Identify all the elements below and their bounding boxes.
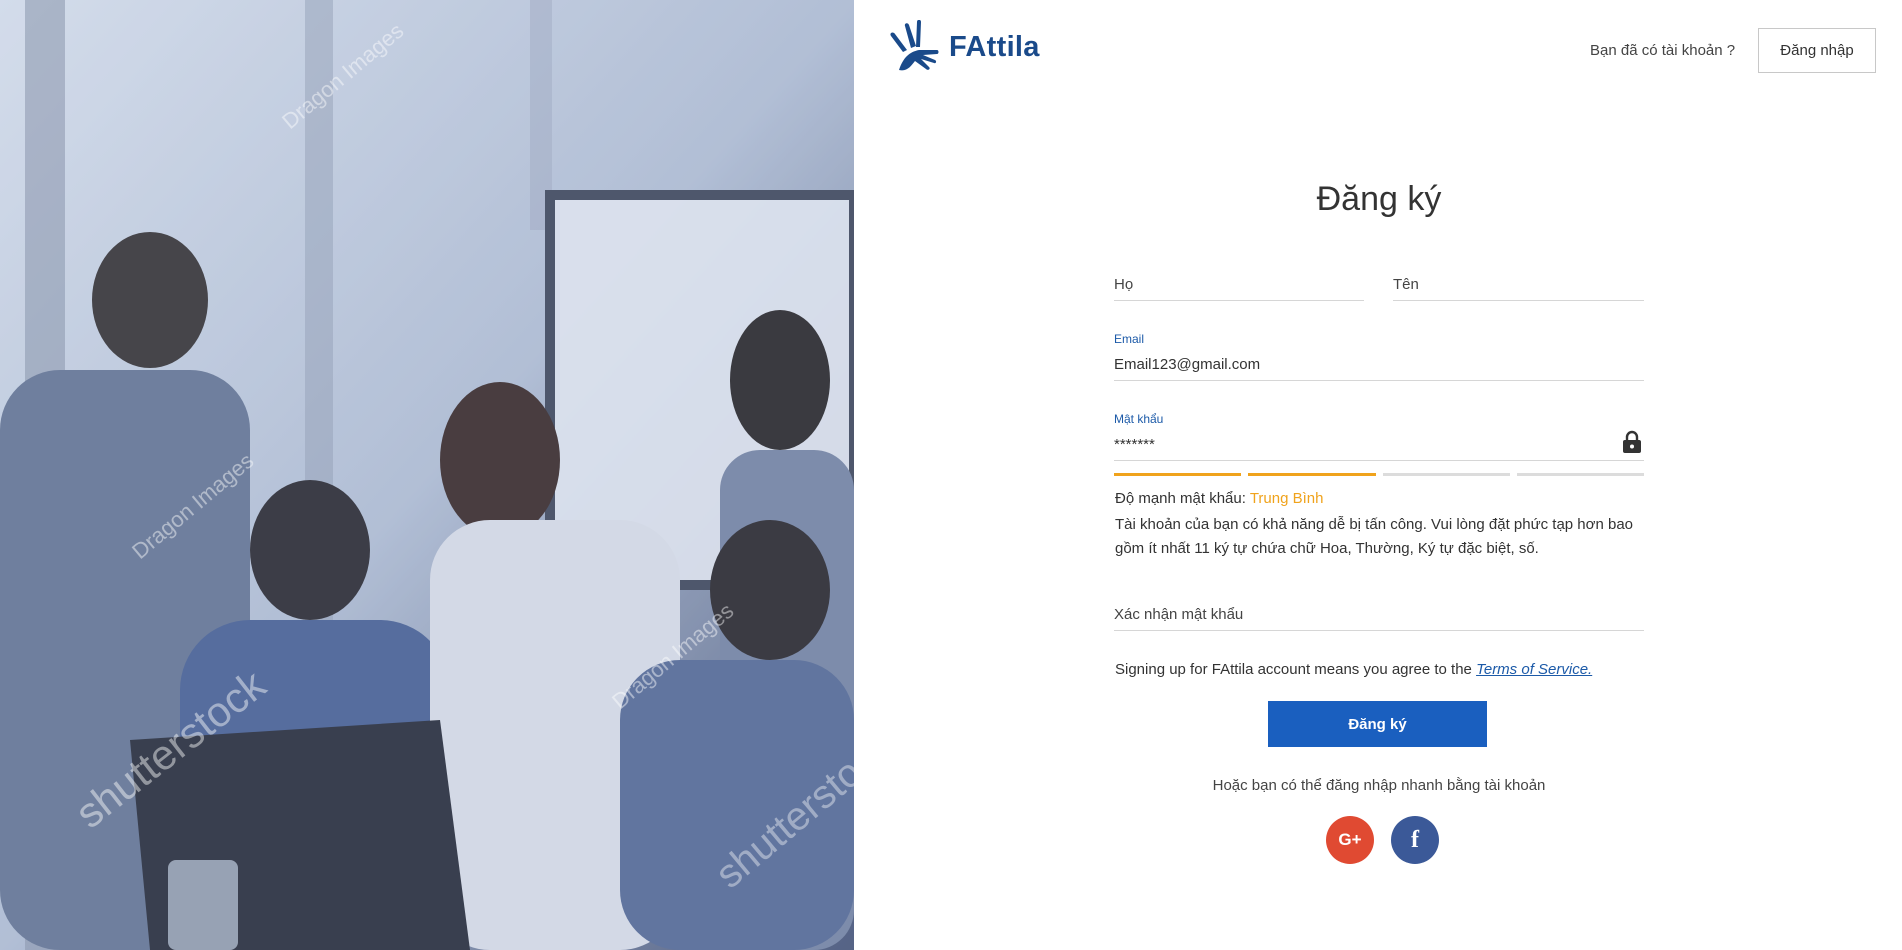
hand-logo-icon xyxy=(890,20,939,71)
brand-name: FAttila xyxy=(949,30,1040,63)
office-team-illustration: shutterstock Dragon Images Dragon Images… xyxy=(0,0,854,950)
strength-level: Trung Bình xyxy=(1249,490,1324,507)
register-button[interactable]: Đăng ký xyxy=(1268,701,1487,747)
first-name-placeholder: Tên xyxy=(1393,276,1419,293)
password-strength-line: Độ mạnh mật khẩu: Trung Bình xyxy=(1115,490,1323,507)
facebook-button[interactable]: f xyxy=(1391,816,1439,864)
strength-bar xyxy=(1248,473,1376,476)
strength-bar xyxy=(1516,473,1644,476)
social-login-prompt: Hoặc bạn có thể đăng nhập nhanh bằng tài… xyxy=(1212,777,1546,794)
google-plus-button[interactable]: G+ xyxy=(1326,816,1374,864)
password-label: Mật khẩu xyxy=(1114,412,1164,426)
confirm-password-placeholder: Xác nhận mật khẩu xyxy=(1114,606,1244,623)
password-strength-meter xyxy=(1114,473,1644,476)
email-label: Email xyxy=(1114,332,1145,346)
strength-bar xyxy=(1382,473,1510,476)
terms-text: Signing up for FAttila account means you… xyxy=(1115,661,1472,678)
email-value: Email123@gmail.com xyxy=(1114,356,1261,373)
strength-bar xyxy=(1114,473,1242,476)
password-value: ******* xyxy=(1114,436,1155,453)
strength-label: Độ mạnh mật khẩu: xyxy=(1115,490,1246,507)
email-field[interactable]: Email Email123@gmail.com xyxy=(1114,332,1644,381)
password-field[interactable]: Mật khẩu ******* xyxy=(1114,412,1644,461)
page-title: Đăng ký xyxy=(1316,180,1442,218)
login-button[interactable]: Đăng nhập xyxy=(1758,28,1876,73)
strength-description: Tài khoản của bạn có khả năng dễ bị tấn … xyxy=(1115,516,1634,557)
have-account-text: Bạn đã có tài khoản ? xyxy=(1590,42,1736,59)
google-plus-icon: G+ xyxy=(1338,830,1362,849)
terms-notice: Signing up for FAttila account means you… xyxy=(1115,661,1592,678)
first-name-field[interactable]: Tên xyxy=(1393,268,1644,301)
last-name-field[interactable]: Họ xyxy=(1114,268,1364,301)
hero-photo: shutterstock Dragon Images Dragon Images… xyxy=(0,0,854,950)
facebook-icon: f xyxy=(1411,826,1419,853)
lock-icon[interactable] xyxy=(1622,430,1642,454)
brand-logo[interactable]: FAttila xyxy=(889,20,1040,74)
last-name-placeholder: Họ xyxy=(1114,276,1134,293)
terms-of-service-link[interactable]: Terms of Service. xyxy=(1476,661,1592,678)
confirm-password-field[interactable]: Xác nhận mật khẩu xyxy=(1114,596,1644,631)
